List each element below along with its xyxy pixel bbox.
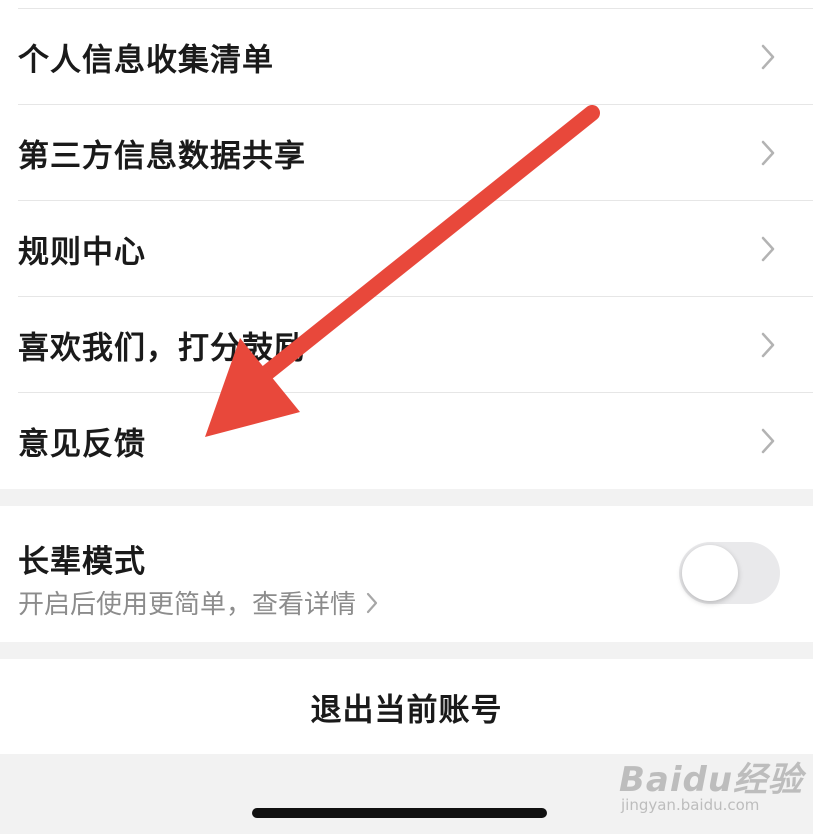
chevron-right-icon <box>761 140 775 166</box>
settings-list: 个人信息收集清单 第三方信息数据共享 规则中心 喜欢我们，打分鼓励 意见反馈 <box>0 0 813 489</box>
menu-item-label: 意见反馈 <box>18 426 146 463</box>
menu-item-third-party-sharing[interactable]: 第三方信息数据共享 <box>0 105 813 201</box>
home-indicator[interactable] <box>252 808 547 818</box>
chevron-right-icon <box>761 236 775 262</box>
menu-item-label: 喜欢我们，打分鼓励 <box>18 330 306 367</box>
logout-label: 退出当前账号 <box>310 692 503 728</box>
elder-mode-toggle[interactable] <box>679 542 780 604</box>
menu-item-personal-info-list[interactable]: 个人信息收集清单 <box>0 9 813 105</box>
chevron-right-icon <box>761 332 775 358</box>
menu-item-label: 规则中心 <box>18 234 146 271</box>
toggle-knob <box>682 545 738 601</box>
elder-mode-section: 长辈模式 开启后使用更简单，查看详情 <box>0 506 813 642</box>
elder-mode-subtitle: 开启后使用更简单，查看详情 <box>18 590 357 620</box>
elder-mode-title: 长辈模式 <box>18 544 146 580</box>
watermark-domain: jingyan.baidu.com <box>621 796 760 814</box>
chevron-right-icon <box>761 428 775 454</box>
logout-button[interactable]: 退出当前账号 <box>0 659 813 754</box>
elder-mode-details-link[interactable]: 开启后使用更简单，查看详情 <box>18 584 378 621</box>
menu-item-label: 个人信息收集清单 <box>18 42 274 79</box>
menu-item-feedback[interactable]: 意见反馈 <box>0 393 813 489</box>
menu-item-rules-center[interactable]: 规则中心 <box>0 201 813 297</box>
menu-item-rate-us[interactable]: 喜欢我们，打分鼓励 <box>0 297 813 393</box>
chevron-right-icon <box>366 592 378 613</box>
baidu-watermark: Baidu经验 jingyan.baidu.com <box>619 748 802 814</box>
settings-page: 个人信息收集清单 第三方信息数据共享 规则中心 喜欢我们，打分鼓励 意见反馈 长… <box>0 0 813 834</box>
watermark-brand: Baidu经验 <box>619 760 804 800</box>
chevron-right-icon <box>761 44 775 70</box>
menu-item-label: 第三方信息数据共享 <box>18 138 306 175</box>
